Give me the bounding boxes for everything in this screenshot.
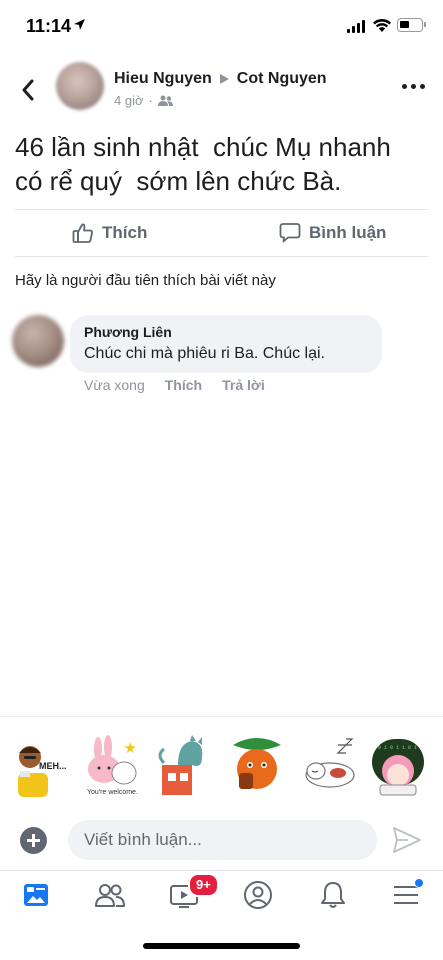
comment-text: Chúc chi mà phiêu ri Ba. Chúc lại. [84,345,325,362]
arrow-right-icon [219,74,229,84]
sticker-caption: MEH... [39,761,66,771]
meta-separator: · [148,93,153,108]
back-button[interactable] [16,76,40,104]
comment-input[interactable] [68,820,377,860]
comment-button[interactable]: Bình luận [279,222,386,244]
post-meta: 4 giờ · [114,93,173,108]
author-avatar[interactable] [56,62,104,110]
cellular-signal-icon [347,20,365,33]
comment-time: Vừa xong [84,377,145,393]
status-time: 11:14 [26,16,72,36]
sticker-tray: MEH... You're welcome. 0 1 0 1 1 0 1 [0,716,443,814]
comment-bubble-icon [279,223,301,243]
sticker-orange-leaf[interactable] [229,735,285,797]
comment-actions: Vừa xong Thích Trả lời [84,377,265,393]
profile-icon [244,881,272,909]
commenter-name[interactable]: Phương Liên [84,324,172,340]
bottom-tab-bar: 9+ [0,870,443,920]
send-icon[interactable] [392,826,422,854]
add-attachment-button[interactable] [20,827,47,854]
like-label: Thích [102,223,148,242]
comment-reply-link[interactable]: Trả lời [222,377,265,393]
location-arrow-icon [74,19,85,30]
comment-composer [0,814,443,870]
divider [15,209,428,210]
battery-icon [397,18,426,32]
menu-icon [394,886,418,904]
comment-bubble[interactable]: Phương Liên Chúc chi mà phiêu ri Ba. Chú… [70,315,382,373]
tab-news-feed[interactable] [16,877,56,913]
sticker-bunny-welcome[interactable]: You're welcome. [84,735,140,797]
comment-label: Bình luận [309,223,387,242]
sticker-caption: You're welcome. [87,789,138,796]
like-button[interactable]: Thích [72,222,147,244]
wifi-icon [373,18,391,32]
post-time[interactable]: 4 giờ [114,93,144,108]
home-indicator[interactable] [143,943,300,949]
tab-friends[interactable] [90,877,130,913]
likes-note: Hãy là người đầu tiên thích bài viết này [15,272,276,289]
watch-notification-badge: 9+ [188,873,219,897]
chevron-left-icon [22,79,34,101]
friends-icon [95,884,125,907]
divider [15,256,428,257]
sticker-pink-hair-girl[interactable]: 0 1 0 1 1 0 1 [370,735,426,797]
post-text: 46 lần sinh nhật chúc Mụ nhanh có rể quý… [15,132,399,196]
sticker-meh-man[interactable]: MEH... [10,735,66,797]
sticker-sleeping-dog[interactable] [302,735,358,797]
post-target-name[interactable]: Cot Nguyen [237,70,327,88]
sticker-cat-on-house[interactable] [156,735,212,797]
post-author-name[interactable]: Hieu Nguyen [114,70,212,88]
tab-profile[interactable] [238,877,278,913]
commenter-avatar[interactable] [12,315,64,367]
more-options-button[interactable] [402,84,425,89]
news-feed-icon [24,884,48,906]
menu-notification-dot [414,878,424,888]
comment-like-link[interactable]: Thích [165,377,202,393]
thumbs-up-icon [72,223,93,243]
svg-text:0 1 0 1 1 0 1: 0 1 0 1 1 0 1 [378,745,417,751]
bell-icon [321,882,345,908]
friends-audience-icon [157,95,173,106]
post-author-line: Hieu Nguyen Cot Nguyen [114,70,327,88]
status-bar: 11:14 [0,0,443,54]
tab-notifications[interactable] [313,877,353,913]
